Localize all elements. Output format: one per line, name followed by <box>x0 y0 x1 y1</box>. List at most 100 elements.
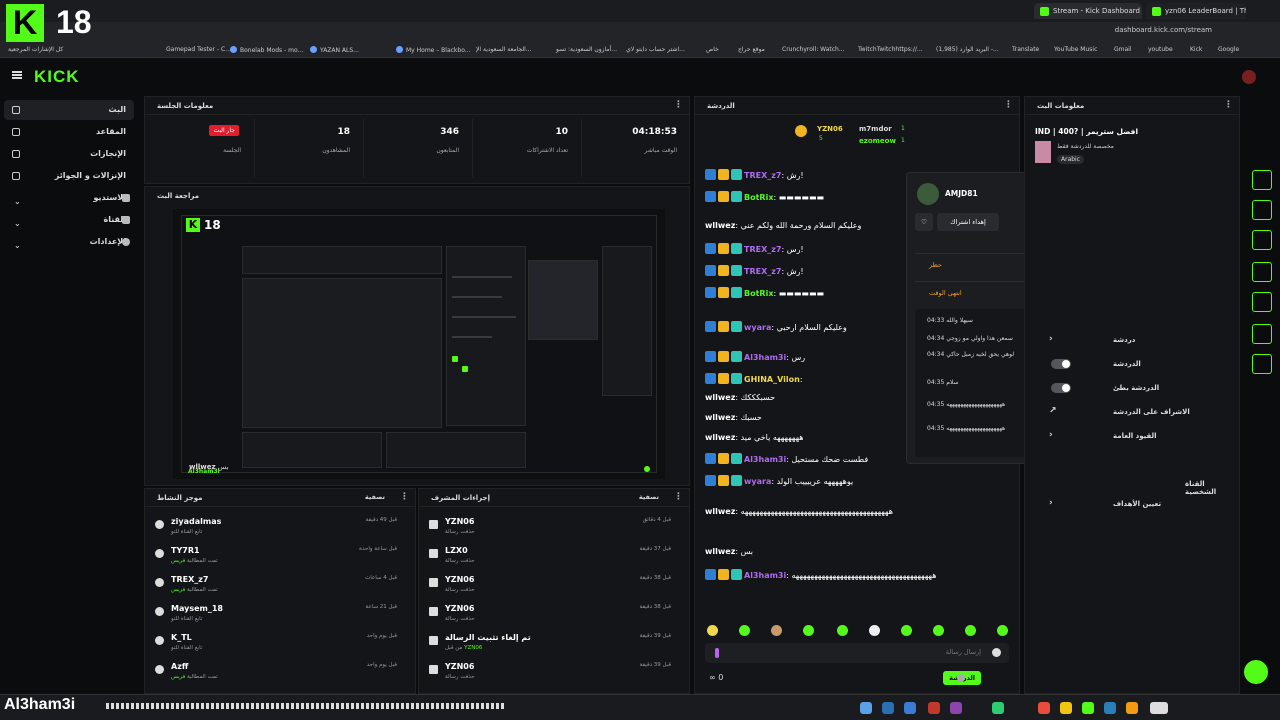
chat-username[interactable]: TREX_z7 <box>744 171 781 180</box>
chat-icon[interactable] <box>1252 262 1272 282</box>
bookmark[interactable]: Translate <box>1012 46 1039 53</box>
user-avatar[interactable] <box>1242 70 1256 84</box>
nav-item-settings[interactable]: ⌄ الإعدادات <box>4 232 134 252</box>
nav-item-studio[interactable]: ⌄ الاستديو <box>4 188 134 208</box>
tab-leaderboard[interactable]: yzn06 LeaderBoard | The best <box>1146 3 1246 19</box>
emote[interactable] <box>803 625 814 636</box>
bookmark[interactable]: My Home – Blackbo... <box>396 46 471 54</box>
chat-username[interactable]: wllwez <box>705 507 735 516</box>
camera-icon[interactable] <box>1252 170 1272 190</box>
more-icon[interactable]: ⋮ <box>1224 100 1233 110</box>
filter-button[interactable]: تصفية <box>639 493 659 501</box>
nav-item-drops[interactable]: الإنزالات و الجوائز <box>4 166 134 186</box>
chat-moderation-item[interactable]: ↗ الاشراف على الدردشة <box>1045 405 1225 423</box>
gift-sub-button[interactable]: إهداء اشتراك <box>937 213 999 231</box>
app-icon[interactable] <box>1082 702 1094 714</box>
user-name[interactable]: AMJD81 <box>945 189 978 198</box>
app-icon[interactable] <box>860 702 872 714</box>
bookmark[interactable]: Gamepad Tester - C... <box>166 46 231 53</box>
emote[interactable] <box>965 625 976 636</box>
layout-icon[interactable] <box>1252 324 1272 344</box>
bolt-icon[interactable] <box>1252 200 1272 220</box>
filter-button[interactable]: تصفية <box>365 493 385 501</box>
bookmark[interactable]: YAZAN ALS... <box>310 46 359 54</box>
chat-input[interactable]: إرسال رسالة <box>705 643 1009 663</box>
bookmark[interactable]: youtube <box>1148 46 1173 53</box>
app-icon[interactable] <box>882 702 894 714</box>
set-goals-item[interactable]: › تعيين الأهداف <box>1045 497 1225 515</box>
emote[interactable] <box>901 625 912 636</box>
support-chat-button[interactable] <box>1244 660 1268 684</box>
address-bar[interactable]: dashboard.kick.com/stream <box>0 22 1280 42</box>
chat-username[interactable]: wllwez <box>705 547 735 556</box>
chat-username[interactable]: TREX_z7 <box>744 245 781 254</box>
nav-item-achievements[interactable]: الإنجازات <box>4 144 134 164</box>
chat-username[interactable]: wllwez <box>705 433 735 442</box>
emote[interactable] <box>707 625 718 636</box>
bookmark[interactable]: Kick <box>1190 46 1202 53</box>
bookmark[interactable]: Google <box>1218 46 1239 53</box>
chat-username[interactable]: Al3ham3i <box>744 571 786 580</box>
kick-logo[interactable]: KICK <box>34 67 80 87</box>
chat-username[interactable]: wyara <box>744 477 771 486</box>
emote[interactable] <box>837 625 848 636</box>
bookmark[interactable]: خاص <box>706 46 719 53</box>
document-icon[interactable] <box>1252 230 1272 250</box>
slow-mode-item[interactable]: الدردشة بطئ <box>1045 381 1225 399</box>
chat-username[interactable]: wllwez <box>705 221 735 230</box>
tab-kick-dashboard[interactable]: Stream - Kick Dashboard <box>1034 3 1142 19</box>
bookmark[interactable]: YouTube Music <box>1054 46 1097 53</box>
folder-icon[interactable] <box>1126 702 1138 714</box>
chat-username[interactable]: BotRix <box>744 289 773 298</box>
emote[interactable] <box>771 625 782 636</box>
more-icon[interactable]: ⋮ <box>674 100 683 110</box>
wrench-icon[interactable] <box>1252 354 1272 374</box>
chat-username[interactable]: Al3ham3i <box>744 455 786 464</box>
emote[interactable] <box>739 625 750 636</box>
bookmark[interactable]: الجامعة السعودية الإ... <box>476 46 532 53</box>
chat-username[interactable]: wyara <box>744 323 771 332</box>
more-icon[interactable]: ⋮ <box>1004 100 1013 110</box>
app-icon[interactable] <box>1038 702 1050 714</box>
menu-icon[interactable] <box>12 71 22 79</box>
bookmark[interactable]: Bonelab Mods - mo... <box>230 46 303 54</box>
more-icon[interactable]: ⋮ <box>674 492 683 502</box>
app-icon[interactable] <box>904 702 916 714</box>
gear-icon[interactable] <box>957 674 965 682</box>
bookmark[interactable]: موقع حراج <box>738 46 765 53</box>
xbox-icon[interactable] <box>992 702 1004 714</box>
follow-heart-button[interactable]: ♡ <box>915 213 933 231</box>
chat-username[interactable]: TREX_z7 <box>744 267 781 276</box>
start-icon[interactable] <box>1150 702 1168 714</box>
emote[interactable] <box>933 625 944 636</box>
all-bookmarks[interactable]: كل الإشارات المرجعية <box>8 46 63 53</box>
microphone-icon[interactable] <box>715 648 719 658</box>
chat-username[interactable]: wllwez <box>705 413 735 422</box>
emote[interactable] <box>869 625 880 636</box>
bookmark[interactable]: Gmail <box>1114 46 1132 53</box>
emoji-icon[interactable] <box>992 648 1001 657</box>
bookmark[interactable]: اشتر حساب دايتو لاي... <box>626 46 685 53</box>
bookmark[interactable]: (1,985) البريد الوارد -... <box>936 46 999 53</box>
emote[interactable] <box>997 625 1008 636</box>
chat-username[interactable]: GHINA_Vilon <box>744 375 800 384</box>
bookmark[interactable]: أمازون السعودية: تسو... <box>556 46 617 53</box>
edge-icon[interactable] <box>1104 702 1116 714</box>
app-icon[interactable] <box>950 702 962 714</box>
personal-channel-item[interactable]: القناة الشخصية <box>1045 477 1225 496</box>
slow-mode-toggle[interactable] <box>1051 383 1071 393</box>
chat-username[interactable]: wllwez <box>705 393 735 402</box>
nav-item-seats[interactable]: المقاعد <box>4 122 134 142</box>
more-icon[interactable]: ⋮ <box>400 492 409 502</box>
bookmark[interactable]: Crunchyroll: Watch... <box>782 46 845 53</box>
chat-username[interactable]: BotRix <box>744 193 773 202</box>
broadcast-icon[interactable] <box>1252 292 1272 312</box>
app-icon[interactable] <box>928 702 940 714</box>
nav-item-stream[interactable]: البث <box>4 100 134 120</box>
chat-toggle-item[interactable]: الدردشة <box>1045 357 1225 375</box>
chat-username[interactable]: Al3ham3i <box>744 353 786 362</box>
general-restrictions-item[interactable]: › القيود العامة <box>1045 429 1225 447</box>
chat-toggle[interactable] <box>1051 359 1071 369</box>
bookmark[interactable]: TwitchTwitchhttps://... <box>858 46 923 53</box>
nav-item-channel[interactable]: ⌄ القناة <box>4 210 134 230</box>
